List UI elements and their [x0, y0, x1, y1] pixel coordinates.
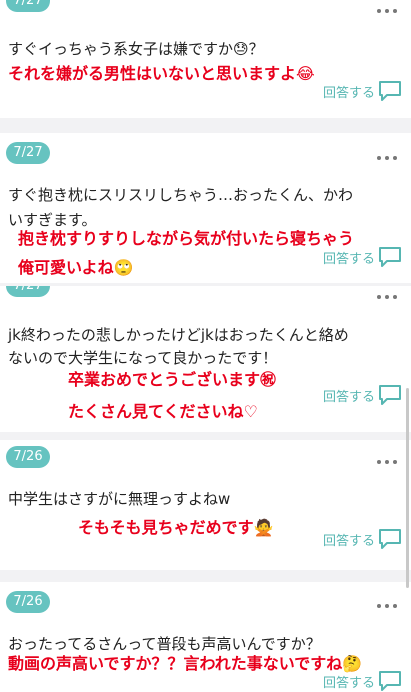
question-card: 7/26 おったってるさんって普段も声高いんですか？ 動画の声高いですか？？言わ…: [0, 582, 411, 692]
date-badge: 7/27: [6, 0, 50, 12]
question-card: 7/26 中学生はさすがに無理っすよねw そもそも見ちゃだめです🙅 回答する: [0, 440, 411, 570]
question-text-line: jk終わったの悲しかったけどjkはおったくんと絡め: [8, 326, 349, 344]
reply-button[interactable]: 回答する: [323, 382, 403, 408]
question-card: 7/27 すぐイっちゃう系女子は嫌ですか😓？ それを嫌がる男性はいないと思います…: [0, 0, 411, 118]
more-dots-icon[interactable]: [377, 8, 397, 14]
question-text: 中学生はさすがに無理っすよねw: [8, 490, 231, 508]
more-dots-icon[interactable]: [377, 155, 397, 161]
date-badge: 7/26: [6, 446, 50, 468]
more-dots-icon[interactable]: [377, 459, 397, 465]
reply-button[interactable]: 回答する: [323, 526, 403, 552]
speech-bubble-icon: [379, 385, 401, 405]
date-badge: 7/27: [6, 142, 50, 164]
scrollbar[interactable]: [406, 388, 409, 588]
more-dots-icon[interactable]: [377, 603, 397, 609]
date-badge: 7/26: [6, 591, 50, 613]
speech-bubble-icon: [379, 247, 401, 267]
more-dots-icon[interactable]: [377, 294, 397, 300]
reply-label: 回答する: [322, 251, 375, 267]
reply-label: 回答する: [322, 533, 375, 549]
question-text-line: すぐ抱き枕にスリスリしちゃう…おったくん、かわ: [8, 186, 354, 204]
reply-label: 回答する: [322, 675, 375, 691]
reply-button[interactable]: 回答する: [323, 78, 403, 104]
speech-bubble-icon: [379, 671, 401, 691]
reply-label: 回答する: [322, 389, 375, 405]
question-card: 7/27 すぐ抱き枕にスリスリしちゃう…おったくん、かわ いすぎます。 抱き枕す…: [0, 133, 411, 283]
reply-label: 回答する: [322, 85, 375, 101]
speech-bubble-icon: [379, 81, 401, 101]
reply-button[interactable]: 回答する: [323, 668, 403, 692]
question-card: 7/27 jk終わったの悲しかったけどjkはおったくんと絡め ないので大学生にな…: [0, 286, 411, 432]
question-text: すぐイっちゃう系女子は嫌ですか😓？: [8, 40, 264, 58]
date-badge: 7/27: [6, 286, 50, 297]
reply-button[interactable]: 回答する: [323, 244, 403, 270]
speech-bubble-icon: [379, 529, 401, 549]
